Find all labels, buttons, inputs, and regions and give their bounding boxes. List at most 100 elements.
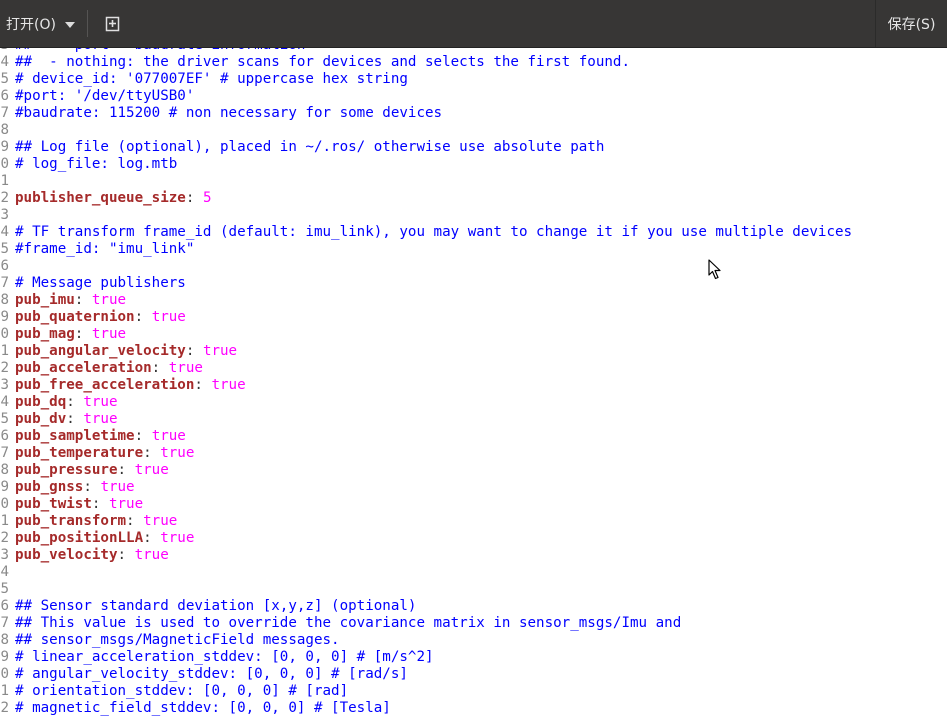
punctuation: : xyxy=(194,377,212,393)
line-number: 8 xyxy=(0,462,9,478)
line-number: 7 xyxy=(0,445,9,461)
new-document-icon xyxy=(105,16,120,31)
comment-text: ## Log file (optional), placed in ~/.ros… xyxy=(15,139,605,155)
line-number: 5 xyxy=(0,411,9,427)
punctuation: : xyxy=(143,445,161,461)
code-text: # TF transform frame_id (default: imu_li… xyxy=(15,224,852,241)
open-button-label: 打开(O) xyxy=(6,16,56,33)
code-text: #baudrate: 115200 # non necessary for so… xyxy=(15,105,442,122)
line-number: 2 xyxy=(0,190,9,206)
yaml-key: pub_pressure xyxy=(15,462,118,478)
punctuation: : xyxy=(185,190,203,206)
line-number: 8 xyxy=(0,632,9,648)
comment-text: # TF transform frame_id (default: imu_li… xyxy=(15,224,853,240)
code-text: pub_mag: true xyxy=(15,326,126,343)
code-text: # orientation_stddev: [0, 0, 0] # [rad] xyxy=(15,683,348,700)
code-text: pub_angular_velocity: true xyxy=(15,343,237,360)
punctuation: : xyxy=(74,292,92,308)
yaml-value: true xyxy=(134,462,169,478)
save-button[interactable]: 保存(S) xyxy=(875,0,947,47)
line-number: 6 xyxy=(0,598,9,614)
comment-text: # orientation_stddev: [0, 0, 0] # [rad] xyxy=(15,683,349,699)
comment-text: #port: '/dev/ttyUSB0' xyxy=(15,88,195,104)
code-text: ## This value is used to override the co… xyxy=(15,615,681,632)
yaml-key: pub_imu xyxy=(15,292,75,308)
yaml-value: true xyxy=(91,292,127,308)
comment-text: ## sensor_msgs/MagneticField messages. xyxy=(15,632,340,648)
line-number: 1 xyxy=(0,343,9,359)
yaml-value: true xyxy=(168,360,203,376)
line-number: 3 xyxy=(0,207,9,223)
code-text: #port: '/dev/ttyUSB0' xyxy=(15,88,194,105)
yaml-key: pub_gnss xyxy=(15,479,84,495)
code-text: pub_twist: true xyxy=(15,496,143,513)
open-button[interactable]: 打开(O) xyxy=(0,0,84,47)
line-number: 1 xyxy=(0,683,9,699)
yaml-key: pub_transform xyxy=(15,513,127,529)
yaml-value: true xyxy=(83,394,118,410)
yaml-value: 5 xyxy=(202,190,212,206)
punctuation: : xyxy=(66,394,84,410)
line-number: 2 xyxy=(0,700,9,716)
yaml-key: pub_angular_velocity xyxy=(15,343,186,359)
mouse-pointer-icon xyxy=(708,259,721,280)
code-text: ## sensor_msgs/MagneticField messages. xyxy=(15,632,340,649)
line-number: 4 xyxy=(0,564,9,580)
line-number: 3 xyxy=(0,547,9,563)
line-number: 5 xyxy=(0,581,9,597)
line-number: 5 xyxy=(0,241,9,257)
line-number: 0 xyxy=(0,496,9,512)
yaml-key: pub_dq xyxy=(15,394,67,410)
line-number: 7 xyxy=(0,615,9,631)
code-text: pub_velocity: true xyxy=(15,547,169,564)
line-number: 7 xyxy=(0,275,9,291)
code-text: ## - nothing: the driver scans for devic… xyxy=(15,54,630,71)
punctuation: : xyxy=(91,496,109,512)
yaml-key: publisher_queue_size xyxy=(15,190,186,206)
comment-text: # linear_acceleration_stddev: [0, 0, 0] … xyxy=(15,649,434,665)
code-text: pub_sampletime: true xyxy=(15,428,186,445)
yaml-value: true xyxy=(160,530,195,546)
code-text: #frame_id: "imu_link" xyxy=(15,241,194,258)
header-bar: 打开(O) 保存(S) xyxy=(0,0,947,48)
yaml-key: pub_quaternion xyxy=(15,309,135,325)
yaml-value: true xyxy=(202,343,238,359)
code-text: pub_transform: true xyxy=(15,513,177,530)
punctuation: : xyxy=(117,547,135,563)
code-text: # angular_velocity_stddev: [0, 0, 0] # [… xyxy=(15,666,408,683)
comment-text: ## This value is used to override the co… xyxy=(15,615,682,631)
yaml-key: pub_sampletime xyxy=(15,428,135,444)
yaml-value: true xyxy=(143,513,178,529)
line-number: 9 xyxy=(0,309,9,325)
punctuation: : xyxy=(151,360,169,376)
text-editor[interactable]: 3 ## - port + baudrate information 4 ## - n… xyxy=(0,48,947,719)
punctuation: : xyxy=(134,309,152,325)
yaml-key: pub_dv xyxy=(15,411,67,427)
new-document-button[interactable] xyxy=(98,10,128,37)
yaml-key: pub_velocity xyxy=(15,547,118,563)
code-text: pub_free_acceleration: true xyxy=(15,377,246,394)
yaml-value: true xyxy=(151,309,186,325)
code-text: pub_imu: true xyxy=(15,292,126,309)
code-text: # Message publishers xyxy=(15,275,186,292)
yaml-value: true xyxy=(100,479,135,495)
punctuation: : xyxy=(134,428,152,444)
code-text: ## Log file (optional), placed in ~/.ros… xyxy=(15,139,604,156)
yaml-key: pub_mag xyxy=(15,326,75,342)
line-number: 0 xyxy=(0,666,9,682)
punctuation: : xyxy=(185,343,203,359)
chevron-down-icon[interactable] xyxy=(64,21,75,28)
comment-text: # magnetic_field_stddev: [0, 0, 0] # [Te… xyxy=(15,700,391,716)
yaml-value: true xyxy=(108,496,144,512)
line-number: 6 xyxy=(0,258,9,274)
yaml-key: pub_temperature xyxy=(15,445,144,461)
line-number: 0 xyxy=(0,326,9,342)
line-number: 2 xyxy=(0,360,9,376)
comment-text: # angular_velocity_stddev: [0, 0, 0] # [… xyxy=(15,666,408,682)
yaml-key: pub_free_acceleration xyxy=(15,377,195,393)
punctuation: : xyxy=(66,411,84,427)
line-number: 6 xyxy=(0,428,9,444)
punctuation: : xyxy=(83,479,101,495)
comment-text: #baudrate: 115200 # non necessary for so… xyxy=(15,105,443,121)
save-button-label: 保存(S) xyxy=(887,16,936,33)
